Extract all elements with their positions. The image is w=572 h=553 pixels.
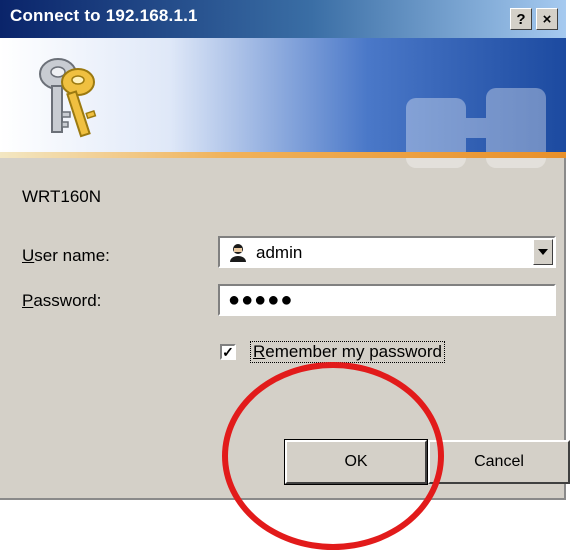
user-name-value: admin — [256, 243, 303, 262]
password-field[interactable]: ●●●●● — [218, 284, 556, 316]
keys-watermark-icon — [406, 88, 546, 168]
user-name-label-accel: U — [22, 246, 35, 265]
password-value: ●●●●● — [228, 289, 294, 311]
dropdown-arrow-icon[interactable] — [533, 239, 553, 265]
user-name-label-text: ser name: — [34, 246, 110, 265]
device-name: WRT160N — [22, 187, 102, 206]
close-button[interactable]: × — [536, 8, 558, 30]
password-label-accel: P — [22, 291, 34, 310]
user-name-label: User name: — [22, 246, 110, 266]
remember-password-label[interactable]: Remember my password — [250, 341, 445, 363]
help-button[interactable]: ? — [510, 8, 532, 30]
highlight-circle — [222, 362, 444, 550]
banner-stripe — [0, 152, 566, 158]
password-label-text: assword: — [33, 291, 102, 310]
user-name-combobox[interactable]: admin — [218, 236, 556, 268]
dialog-title: Connect to 192.168.1.1 — [10, 6, 198, 25]
title-bar[interactable]: Connect to 192.168.1.1 ? × — [0, 0, 566, 38]
remember-label-text: emember my password — [265, 342, 442, 361]
cancel-button[interactable]: Cancel — [428, 440, 570, 484]
password-label: Password: — [22, 291, 101, 311]
remember-label-accel: R — [253, 342, 266, 361]
keys-icon — [39, 58, 97, 138]
remember-password-checkbox[interactable]: ✓ — [220, 344, 236, 360]
user-icon — [228, 242, 248, 262]
